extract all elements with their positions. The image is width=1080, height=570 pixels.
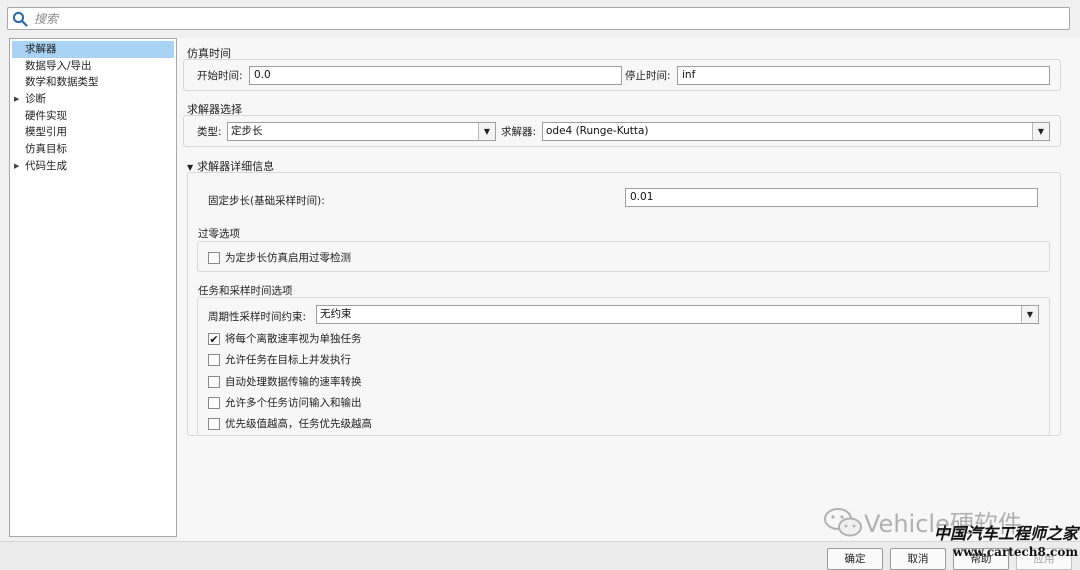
- tree-item-label: 诊断: [25, 93, 46, 106]
- tree-item-label: 数学和数据类型: [25, 76, 99, 89]
- sim-time-panel: 开始时间: 0.0 停止时间: inf: [183, 59, 1061, 91]
- zero-crossing-option[interactable]: 为定步长仿真启用过零检测: [208, 250, 351, 266]
- periodic-constraint-value: 无约束: [320, 308, 352, 320]
- tree-item-label: 数据导入/导出: [25, 59, 92, 72]
- solver-type-label: 类型:: [197, 126, 222, 138]
- chevron-down-icon[interactable]: ▼: [1021, 306, 1038, 323]
- solver-value: ode4 (Runge-Kutta): [546, 125, 649, 137]
- periodic-constraint-select[interactable]: 无约束 ▼: [316, 305, 1039, 324]
- tree-item-model-reference[interactable]: 模型引用: [10, 124, 176, 141]
- zero-crossing-label: 为定步长仿真启用过零检测: [225, 252, 351, 264]
- checkmark-icon: ✔: [209, 332, 219, 346]
- tasking-option-label: 自动处理数据传输的速率转换: [225, 376, 362, 388]
- wechat-icon: [822, 506, 864, 538]
- solver-details-panel: 固定步长(基础采样时间): 0.01 过零选项 为定步长仿真启用过零检测 任务和…: [187, 172, 1061, 436]
- solver-label: 求解器:: [501, 126, 537, 138]
- site-mark: 中国汽车工程师之家 www.cartech8.com: [934, 520, 1078, 559]
- tree-item-data-io[interactable]: 数据导入/导出: [10, 58, 176, 75]
- stop-time-field[interactable]: inf: [677, 66, 1050, 85]
- tree-item-solver[interactable]: 求解器: [12, 41, 174, 58]
- triangle-down-icon[interactable]: ▼: [187, 163, 193, 172]
- tree-item-diagnostics[interactable]: ▶ 诊断: [10, 91, 176, 108]
- category-tree: 求解器 数据导入/导出 数学和数据类型 ▶ 诊断 硬件实现 模型引用 仿真目标 ▶…: [9, 38, 177, 537]
- tasking-panel: 周期性采样时间约束: 无约束 ▼ ✔ 将每个离散速率视为单独任务 允许任务在目标上…: [197, 297, 1050, 436]
- tree-item-label: 模型引用: [25, 126, 67, 139]
- tasking-checkbox[interactable]: [208, 353, 220, 366]
- solver-select-panel: 类型: 定步长 ▼ 求解器: ode4 (Runge-Kutta) ▼: [183, 115, 1061, 147]
- solver-type-select[interactable]: 定步长 ▼: [227, 122, 496, 141]
- start-time-field[interactable]: 0.0: [249, 66, 622, 85]
- search-bar[interactable]: [7, 7, 1070, 30]
- tasking-checkbox[interactable]: [208, 375, 220, 388]
- tree-item-label: 求解器: [25, 43, 57, 55]
- tasking-option[interactable]: 允许任务在目标上并发执行: [208, 352, 351, 368]
- site-mark-url: www.cartech8.com: [952, 545, 1079, 559]
- fixed-step-label: 固定步长(基础采样时间):: [208, 195, 325, 207]
- tree-item-label: 代码生成: [25, 159, 67, 172]
- triangle-right-icon[interactable]: ▶: [14, 158, 19, 175]
- tasking-option-label: 允许多个任务访问输入和输出: [225, 397, 362, 409]
- start-time-label: 开始时间:: [197, 70, 243, 82]
- stop-time-label: 停止时间:: [625, 70, 671, 82]
- tree-item-math-data-types[interactable]: 数学和数据类型: [10, 74, 176, 91]
- tasking-option[interactable]: 允许多个任务访问输入和输出: [208, 395, 362, 411]
- zero-crossing-checkbox[interactable]: [208, 251, 220, 264]
- tree-item-label: 硬件实现: [25, 109, 67, 122]
- zero-crossing-title: 过零选项: [198, 228, 240, 240]
- tree-item-sim-target[interactable]: 仿真目标: [10, 141, 176, 158]
- tasking-option[interactable]: ✔ 将每个离散速率视为单独任务: [208, 331, 362, 347]
- search-input[interactable]: [32, 8, 1069, 29]
- periodic-constraint-label: 周期性采样时间约束:: [208, 311, 307, 323]
- tasking-checkbox[interactable]: ✔: [208, 332, 220, 346]
- ok-button[interactable]: 确定: [827, 548, 883, 570]
- zero-crossing-panel: 为定步长仿真启用过零检测: [197, 241, 1050, 272]
- settings-pane: 仿真时间 开始时间: 0.0 停止时间: inf 求解器选择 类型: 定步长 ▼…: [177, 38, 1080, 541]
- tasking-checkbox[interactable]: [208, 396, 220, 409]
- chevron-down-icon[interactable]: ▼: [1032, 123, 1049, 140]
- tree-item-hardware[interactable]: 硬件实现: [10, 108, 176, 125]
- tasking-title: 任务和采样时间选项: [198, 285, 293, 297]
- search-icon: [12, 11, 28, 27]
- solver-select[interactable]: ode4 (Runge-Kutta) ▼: [542, 122, 1050, 141]
- solver-type-value: 定步长: [231, 125, 263, 137]
- tasking-checkbox[interactable]: [208, 417, 220, 430]
- fixed-step-field[interactable]: 0.01: [625, 188, 1038, 207]
- triangle-right-icon[interactable]: ▶: [14, 91, 19, 108]
- tree-item-code-generation[interactable]: ▶ 代码生成: [10, 158, 176, 175]
- tasking-option-label: 允许任务在目标上并发执行: [225, 354, 351, 366]
- tree-item-label: 仿真目标: [25, 143, 67, 156]
- tasking-option-label: 将每个离散速率视为单独任务: [225, 333, 362, 345]
- chevron-down-icon[interactable]: ▼: [478, 123, 495, 140]
- tasking-option-label: 优先级值越高，任务优先级越高: [225, 418, 372, 430]
- site-mark-title: 中国汽车工程师之家: [934, 524, 1079, 543]
- tasking-option[interactable]: 自动处理数据传输的速率转换: [208, 374, 362, 390]
- tasking-option[interactable]: 优先级值越高，任务优先级越高: [208, 416, 372, 432]
